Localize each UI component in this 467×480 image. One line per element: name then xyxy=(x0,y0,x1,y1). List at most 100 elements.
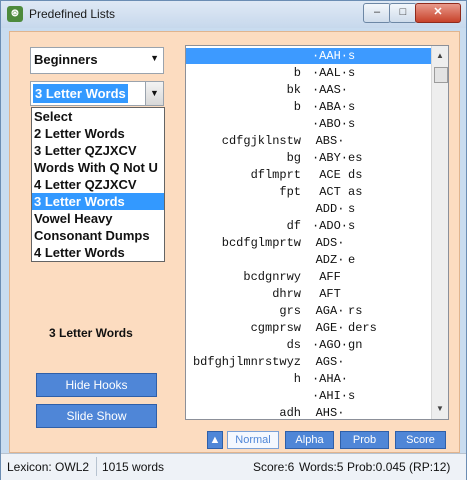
back-hooks: s xyxy=(348,219,356,233)
predefined-lists-window: ⊛ Predefined Lists – □ ✕ Beginners ▼ 3 L… xyxy=(0,0,467,480)
word-row[interactable]: df ·ADO· s xyxy=(186,218,431,234)
front-hooks: b xyxy=(293,66,301,80)
front-hooks: ds xyxy=(286,338,301,352)
word: AGS· xyxy=(315,355,345,369)
word-row[interactable]: bdfghjlmnrstwyz AGS· xyxy=(186,354,431,370)
word-row[interactable]: h ·AHA· xyxy=(186,371,431,387)
minimize-button[interactable]: – xyxy=(363,3,391,23)
word-row[interactable]: ·ABO· s xyxy=(186,116,431,132)
dropdown-option[interactable]: 2 Letter Words xyxy=(32,125,164,142)
back-hooks: s xyxy=(348,49,356,63)
list-select-dropdown[interactable]: Select 2 Letter Words 3 Letter QZJXCV Wo… xyxy=(31,107,165,262)
level-select[interactable]: Beginners ▼ xyxy=(30,47,164,74)
word: ADS· xyxy=(315,236,345,250)
sort-score-button[interactable]: Score xyxy=(395,431,446,449)
dropdown-option[interactable]: Consonant Dumps xyxy=(32,227,164,244)
word-row-selected[interactable]: ·AAH· s xyxy=(186,48,431,64)
word-row[interactable]: ADZ· e xyxy=(186,252,431,268)
front-hooks: b xyxy=(293,100,301,114)
list-select[interactable]: 3 Letter Words ▼ xyxy=(30,81,164,106)
back-hooks: gn xyxy=(348,338,363,352)
word: AFT xyxy=(319,287,341,301)
slide-show-button[interactable]: Slide Show xyxy=(36,404,157,428)
title-bar[interactable]: ⊛ Predefined Lists – □ ✕ xyxy=(1,1,466,28)
back-hooks: s xyxy=(348,100,356,114)
word-row[interactable]: bcdgnrwy AFF xyxy=(186,269,431,285)
front-hooks: bk xyxy=(286,83,301,97)
back-hooks: ders xyxy=(348,321,377,335)
front-hooks: adh xyxy=(279,406,301,420)
sort-normal-button[interactable]: Normal xyxy=(227,431,279,449)
front-hooks: bdfghjlmnrstwyz xyxy=(192,355,301,369)
scroll-up-icon[interactable]: ▲ xyxy=(433,48,447,64)
word-row[interactable]: cdfgjklnstw ABS· xyxy=(186,133,431,149)
word-row[interactable]: fpt ACT as xyxy=(186,184,431,200)
front-hooks: dflmprt xyxy=(250,168,301,182)
back-hooks: s xyxy=(348,66,356,80)
word-row[interactable]: ADD· s xyxy=(186,201,431,217)
close-button[interactable]: ✕ xyxy=(415,3,461,23)
word: AFF xyxy=(319,270,341,284)
scroll-down-icon[interactable]: ▼ xyxy=(433,401,447,417)
front-hooks: dhrw xyxy=(272,287,301,301)
word-row[interactable]: ·AHI· s xyxy=(186,388,431,404)
front-hooks: df xyxy=(286,219,301,233)
scrollbar-thumb[interactable] xyxy=(434,67,448,83)
dropdown-option[interactable]: 4 Letter QZJXCV xyxy=(32,176,164,193)
back-hooks: s xyxy=(348,117,356,131)
front-hooks: bg xyxy=(286,151,301,165)
word-row[interactable]: dflmprt ACE ds xyxy=(186,167,431,183)
word-row[interactable]: cgmprsw AGE· ders xyxy=(186,320,431,336)
chevron-down-icon[interactable]: ▼ xyxy=(145,82,163,105)
word-list[interactable]: ·AAH· s b ·AAL· s bk ·AAS· b ·ABA· s ·ABO· s cdfgjkl… xyxy=(185,45,449,420)
status-divider xyxy=(96,457,97,476)
back-hooks: as xyxy=(348,185,363,199)
dropdown-option[interactable]: Select xyxy=(32,108,164,125)
owl-icon: ⊛ xyxy=(7,6,23,22)
sort-order-button[interactable]: ▲ xyxy=(207,431,223,449)
word-row[interactable]: dhrw AFT xyxy=(186,286,431,302)
dropdown-option[interactable]: 3 Letter QZJXCV xyxy=(32,142,164,159)
front-hooks: cdfgjklnstw xyxy=(221,134,301,148)
front-hooks: fpt xyxy=(279,185,301,199)
front-hooks: bcdfglmprtw xyxy=(221,236,301,250)
word: ·AHA· xyxy=(311,372,348,386)
back-hooks: ds xyxy=(348,168,363,182)
word-row[interactable]: adh AHS· xyxy=(186,405,431,420)
words-status: Words:5 xyxy=(299,460,344,474)
dropdown-option[interactable]: 4 Letter Words xyxy=(32,244,164,261)
window-title: Predefined Lists xyxy=(29,7,116,21)
word: AHS· xyxy=(315,406,345,420)
word-row[interactable]: grs AGA· rs xyxy=(186,303,431,319)
dropdown-option[interactable]: Vowel Heavy xyxy=(32,210,164,227)
score-status: Score:6 xyxy=(253,460,295,474)
vertical-scrollbar[interactable]: ▲ ▼ xyxy=(431,46,448,419)
word-row[interactable]: bg ·ABY· es xyxy=(186,150,431,166)
front-hooks: grs xyxy=(279,304,301,318)
back-hooks: s xyxy=(348,389,356,403)
sort-prob-button[interactable]: Prob xyxy=(340,431,389,449)
word-count-status: 1015 words xyxy=(102,460,165,474)
front-hooks: cgmprsw xyxy=(250,321,301,335)
back-hooks: s xyxy=(348,202,356,216)
level-select-value: Beginners xyxy=(34,52,98,67)
current-list-label: 3 Letter Words xyxy=(49,326,133,340)
maximize-button[interactable]: □ xyxy=(389,3,417,23)
word-row[interactable]: b ·ABA· s xyxy=(186,99,431,115)
back-hooks: rs xyxy=(348,304,363,318)
lexicon-status: Lexicon: OWL2 xyxy=(7,460,90,474)
front-hooks: bcdgnrwy xyxy=(243,270,301,284)
word: ABS· xyxy=(315,134,345,148)
word-row[interactable]: b ·AAL· s xyxy=(186,65,431,81)
dropdown-option-selected[interactable]: 3 Letter Words xyxy=(32,193,164,210)
dropdown-option[interactable]: Words With Q Not U xyxy=(32,159,164,176)
word-row[interactable]: bcdfglmprtw ADS· xyxy=(186,235,431,251)
status-bar: Lexicon: OWL2 1015 words Score:6 Words:5… xyxy=(1,453,466,480)
front-hooks: h xyxy=(293,372,301,386)
word: ·AAS· xyxy=(311,83,348,97)
word-row[interactable]: bk ·AAS· xyxy=(186,82,431,98)
word-row[interactable]: ds ·AGO· gn xyxy=(186,337,431,353)
sort-alpha-button[interactable]: Alpha xyxy=(285,431,334,449)
hide-hooks-button[interactable]: Hide Hooks xyxy=(36,373,157,397)
chevron-down-icon: ▼ xyxy=(150,53,159,63)
